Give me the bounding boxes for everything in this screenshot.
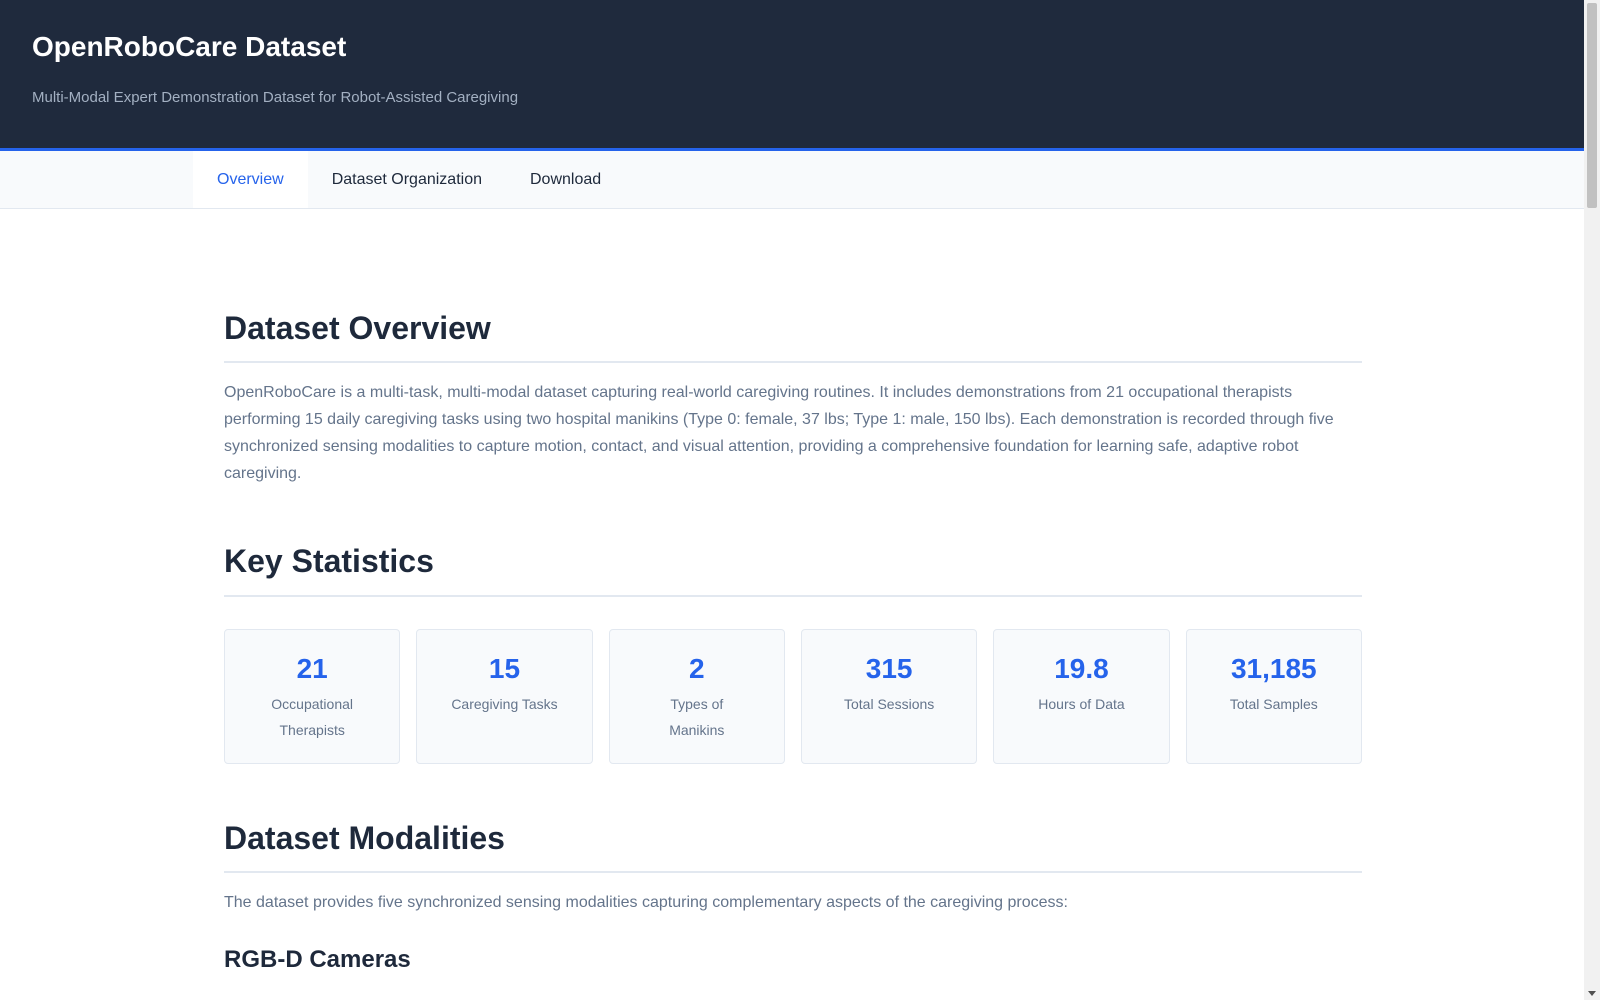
tab-dataset-organization[interactable]: Dataset Organization	[308, 151, 506, 208]
stat-value: 21	[296, 652, 328, 684]
stat-card-samples: 31,185 Total Samples	[1185, 628, 1362, 764]
modalities-section: Dataset Modalities The dataset provides …	[224, 819, 1362, 974]
stat-card-sessions: 315 Total Sessions	[800, 628, 978, 764]
main-content: Dataset Overview OpenRoboCare is a multi…	[0, 209, 1362, 974]
stat-label: Hours of Data	[1038, 695, 1125, 712]
site-title: OpenRoboCare Dataset	[32, 31, 347, 62]
modalities-text: The dataset provides five synchronized s…	[224, 894, 1068, 912]
tab-navigation: Overview Dataset Organization Download	[0, 151, 1584, 209]
stat-value: 19.8	[1054, 652, 1109, 684]
site-subtitle: Multi-Modal Expert Demonstration Dataset…	[32, 88, 519, 106]
stat-value: 315	[865, 652, 913, 684]
stat-value: 15	[488, 652, 521, 684]
stat-card-tasks: 15 Caregiving Tasks	[416, 628, 593, 764]
site-header: OpenRoboCare Dataset Multi-Modal Expert …	[0, 0, 1584, 151]
statistics-grid: 21 Occupational Therapists 15 Caregiving…	[224, 628, 1362, 764]
modalities-heading: Dataset Modalities	[224, 819, 1362, 874]
overview-text: OpenRoboCare is a multi-task, multi-moda…	[224, 384, 1334, 483]
stat-card-hours: 19.8 Hours of Data	[993, 628, 1170, 764]
statistics-section: Key Statistics 21 Occupational Therapist…	[224, 542, 1362, 764]
stat-label: Total Samples	[1229, 695, 1318, 712]
scroll-down-arrow-icon[interactable]	[1588, 991, 1596, 996]
stat-value: 2	[689, 652, 705, 684]
scrollbar-thumb[interactable]	[1587, 3, 1597, 208]
stat-value: 31,185	[1230, 652, 1317, 684]
stat-label: Occupational Therapists	[271, 695, 354, 738]
page: OpenRoboCare Dataset Multi-Modal Expert …	[0, 0, 1584, 1000]
stat-card-manikins: 2 Types of Manikins	[608, 628, 785, 764]
stat-label: Types of Manikins	[669, 695, 725, 738]
stat-card-therapists: 21 Occupational Therapists	[224, 628, 401, 764]
tab-download[interactable]: Download	[506, 151, 625, 208]
vertical-scrollbar[interactable]	[1584, 0, 1600, 1000]
rgbd-cameras-heading: RGB-D Cameras	[224, 946, 411, 974]
stat-label: Caregiving Tasks	[451, 695, 558, 712]
overview-heading: Dataset Overview	[224, 309, 1362, 364]
statistics-heading: Key Statistics	[224, 542, 1362, 597]
tab-overview[interactable]: Overview	[193, 151, 308, 208]
overview-section: Dataset Overview OpenRoboCare is a multi…	[224, 309, 1362, 487]
stat-label: Total Sessions	[844, 695, 935, 712]
